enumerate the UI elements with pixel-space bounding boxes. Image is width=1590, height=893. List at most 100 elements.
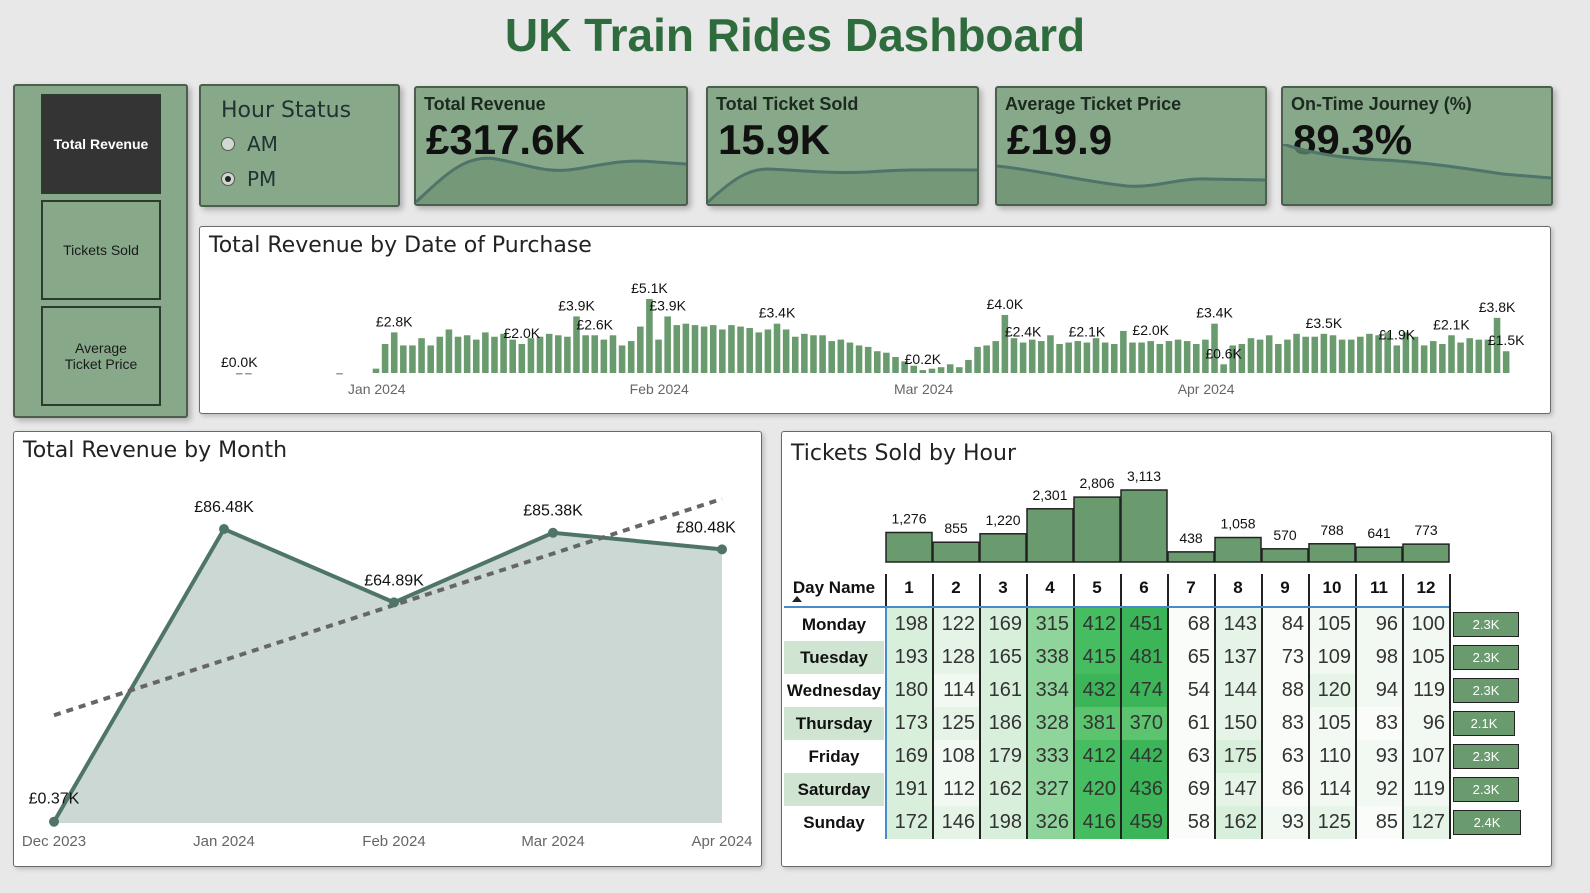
month-point[interactable] <box>389 597 399 608</box>
date-bar[interactable] <box>627 341 635 373</box>
matrix-cell[interactable]: 315 <box>1027 608 1073 641</box>
date-bar[interactable] <box>527 338 535 373</box>
matrix-cell[interactable]: 125 <box>933 707 979 740</box>
matrix-cell[interactable]: 436 <box>1121 773 1167 806</box>
date-bar[interactable] <box>709 325 717 373</box>
hour-column-header[interactable]: 3 <box>980 574 1026 604</box>
matrix-cell[interactable]: 63 <box>1168 740 1214 773</box>
date-bar[interactable] <box>1429 341 1437 373</box>
month-point[interactable] <box>717 544 727 555</box>
matrix-cell[interactable]: 169 <box>980 608 1026 641</box>
date-bar[interactable] <box>700 326 708 373</box>
date-bar[interactable] <box>1393 345 1401 373</box>
nav-average-ticket-price-button[interactable]: Average Ticket Price <box>41 306 161 406</box>
date-bar[interactable] <box>1083 342 1091 373</box>
nav-total-revenue-button[interactable]: Total Revenue <box>41 94 161 194</box>
matrix-cell[interactable]: 86 <box>1262 773 1308 806</box>
matrix-cell[interactable]: 412 <box>1074 740 1120 773</box>
date-bar[interactable] <box>436 336 444 373</box>
date-bar[interactable] <box>1174 339 1182 373</box>
matrix-cell[interactable]: 96 <box>1356 608 1402 641</box>
date-bar[interactable] <box>336 373 343 375</box>
date-bar[interactable] <box>1183 341 1191 373</box>
date-bar[interactable] <box>418 338 425 373</box>
date-bar[interactable] <box>1147 341 1154 373</box>
matrix-cell[interactable]: 474 <box>1121 674 1167 707</box>
month-point[interactable] <box>219 524 229 534</box>
date-bar[interactable] <box>1293 333 1300 373</box>
date-bar[interactable] <box>791 336 799 373</box>
matrix-cell[interactable]: 58 <box>1168 806 1214 839</box>
day-name-cell[interactable]: Wednesday <box>784 674 884 707</box>
date-bar[interactable] <box>1347 339 1355 373</box>
date-bar[interactable] <box>682 323 690 373</box>
date-bar[interactable] <box>1247 338 1255 373</box>
date-bar[interactable] <box>609 335 617 373</box>
day-name-cell[interactable]: Monday <box>784 608 884 641</box>
matrix-cell[interactable]: 442 <box>1121 740 1167 773</box>
date-bar[interactable] <box>1457 342 1464 373</box>
matrix-cell[interactable]: 114 <box>933 674 979 707</box>
date-bar[interactable] <box>983 345 990 373</box>
date-bar[interactable] <box>463 335 471 373</box>
matrix-cell[interactable]: 127 <box>1403 806 1449 839</box>
day-name-cell[interactable]: Thursday <box>784 707 884 740</box>
date-bar[interactable] <box>545 333 553 373</box>
matrix-cell[interactable]: 110 <box>1309 740 1355 773</box>
date-bar[interactable] <box>1101 342 1109 373</box>
hour-column-header[interactable]: 4 <box>1027 574 1073 604</box>
hour-column-header[interactable]: 7 <box>1168 574 1214 604</box>
day-name-cell[interactable]: Sunday <box>784 806 884 839</box>
matrix-cell[interactable]: 93 <box>1262 806 1308 839</box>
matrix-cell[interactable]: 109 <box>1309 641 1355 674</box>
matrix-cell[interactable]: 69 <box>1168 773 1214 806</box>
date-bar[interactable] <box>937 367 945 373</box>
hour-column-header[interactable]: 10 <box>1309 574 1355 604</box>
matrix-cell[interactable]: 93 <box>1356 740 1402 773</box>
matrix-cell[interactable]: 327 <box>1027 773 1073 806</box>
date-bar[interactable] <box>655 339 662 373</box>
matrix-cell[interactable]: 162 <box>980 773 1026 806</box>
date-bar[interactable] <box>737 326 744 373</box>
matrix-cell[interactable]: 381 <box>1074 707 1120 740</box>
matrix-cell[interactable]: 169 <box>886 740 932 773</box>
row-total-bar[interactable]: 2.1K <box>1453 711 1515 736</box>
matrix-cell[interactable]: 193 <box>886 641 932 674</box>
matrix-cell[interactable]: 175 <box>1215 740 1261 773</box>
matrix-cell[interactable]: 122 <box>933 608 979 641</box>
date-bar[interactable] <box>1010 338 1018 373</box>
date-bar[interactable] <box>1302 336 1309 373</box>
date-bar[interactable] <box>1366 333 1373 373</box>
matrix-cell[interactable]: 84 <box>1262 608 1308 641</box>
matrix-cell[interactable]: 172 <box>886 806 932 839</box>
matrix-cell[interactable]: 416 <box>1074 806 1120 839</box>
date-bar[interactable] <box>1156 343 1164 373</box>
sort-ascending-icon[interactable] <box>792 596 802 602</box>
date-bar[interactable] <box>746 328 753 373</box>
day-name-cell[interactable]: Friday <box>784 740 884 773</box>
matrix-cell[interactable]: 146 <box>933 806 979 839</box>
date-bar[interactable] <box>1165 341 1173 373</box>
day-name-cell[interactable]: Tuesday <box>784 641 884 674</box>
matrix-cell[interactable]: 83 <box>1262 707 1308 740</box>
date-bar[interactable] <box>509 339 516 373</box>
date-bar[interactable] <box>892 357 899 373</box>
date-bar[interactable] <box>691 325 699 373</box>
date-bar[interactable] <box>536 336 544 373</box>
matrix-cell[interactable]: 415 <box>1074 641 1120 674</box>
matrix-cell[interactable]: 451 <box>1121 608 1167 641</box>
matrix-cell[interactable]: 100 <box>1403 608 1449 641</box>
date-bar[interactable] <box>874 351 881 373</box>
matrix-cell[interactable]: 105 <box>1403 641 1449 674</box>
date-bar[interactable] <box>855 345 863 373</box>
matrix-cell[interactable]: 161 <box>980 674 1026 707</box>
nav-tickets-sold-button[interactable]: Tickets Sold <box>41 200 161 300</box>
row-total-bar[interactable]: 2.3K <box>1453 744 1519 769</box>
date-bar[interactable] <box>664 316 671 373</box>
hour-column-header[interactable]: 2 <box>933 574 979 604</box>
date-bar[interactable] <box>673 325 681 373</box>
matrix-cell[interactable]: 186 <box>980 707 1026 740</box>
date-bar[interactable] <box>1420 345 1428 373</box>
date-bar[interactable] <box>819 335 826 373</box>
matrix-cell[interactable]: 107 <box>1403 740 1449 773</box>
